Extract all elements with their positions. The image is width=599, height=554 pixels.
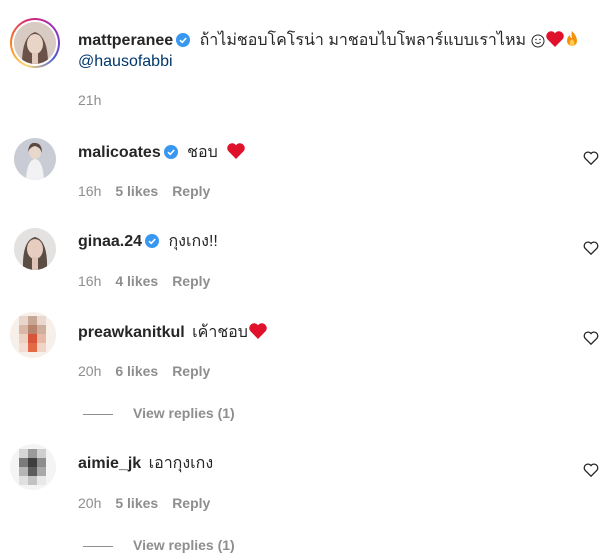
comment-likes[interactable]: 5 likes [115,183,158,199]
fire-icon [565,30,579,54]
comment-text: ชอบ [187,144,218,161]
verified-badge-icon [163,145,178,165]
red-heart-icon [248,322,268,346]
reply-button[interactable]: Reply [172,183,210,199]
comment-likes[interactable]: 6 likes [115,363,158,379]
replies-divider [83,413,113,415]
comment-text-line: malicoates ชอบ [78,142,246,166]
comment-avatar[interactable] [14,138,56,180]
red-heart-icon [226,142,246,166]
comment-meta: 20h 6 likes Reply [78,362,224,380]
comment-time: 16h [78,183,102,199]
view-replies-button[interactable]: View replies (1) [83,404,235,422]
comment-text-line: ginaa.24 กุงเกง!! [78,232,218,254]
comment-time: 20h [78,363,102,379]
view-replies-label: View replies (1) [133,537,235,553]
comment-likes[interactable]: 5 likes [115,495,158,511]
comment-likes[interactable]: 4 likes [115,273,158,289]
like-heart-icon[interactable] [583,330,599,346]
comment-text-line: aimie_jk เอากุงเกง [78,454,213,474]
verified-badge-icon [176,33,191,53]
view-replies-label: View replies (1) [133,405,235,421]
reply-button[interactable]: Reply [172,273,210,289]
comment-meta: 16h 4 likes Reply [78,272,224,290]
comment-username[interactable]: preawkanitkul [78,324,185,341]
comment-avatar[interactable] [10,312,56,358]
post-caption-text: ถ้าไม่ชอบโคโรน่า มาชอบไบโพลาร์แบบเราไหม [199,32,527,49]
like-heart-icon[interactable] [583,150,599,166]
comment-text: กุงเกง!! [168,233,218,250]
reply-button[interactable]: Reply [172,363,210,379]
comment-time: 16h [78,273,102,289]
post-username[interactable]: mattperanee [78,32,173,49]
comment-avatar[interactable] [10,444,56,490]
replies-divider [83,545,113,547]
post-avatar[interactable] [10,18,60,68]
comment-time: 20h [78,495,102,511]
comment-username[interactable]: aimie_jk [78,455,141,472]
smiley-icon [531,34,545,54]
verified-badge-icon [145,234,160,254]
view-replies-button[interactable]: View replies (1) [83,536,235,554]
comment-text-line: preawkanitkul เค้าชอบ [78,322,268,346]
comment-text: เอากุงเกง [148,455,214,472]
comment-meta: 20h 5 likes Reply [78,494,224,512]
post-mention-link[interactable]: @hausofabbi [78,52,173,72]
red-heart-icon [545,30,565,54]
like-heart-icon[interactable] [583,462,599,478]
reply-button[interactable]: Reply [172,495,210,511]
comment-avatar[interactable] [14,228,56,270]
post-timestamp: 21h [78,92,102,108]
comment-username[interactable]: ginaa.24 [78,233,142,250]
avatar-image [14,22,56,64]
comment-text: เค้าชอบ [192,324,248,341]
post-caption-line: mattperanee ถ้าไม่ชอบโคโรน่า มาชอบไบโพลา… [78,30,579,54]
comment-meta: 16h 5 likes Reply [78,182,224,200]
comment-username[interactable]: malicoates [78,144,161,161]
like-heart-icon[interactable] [583,240,599,256]
